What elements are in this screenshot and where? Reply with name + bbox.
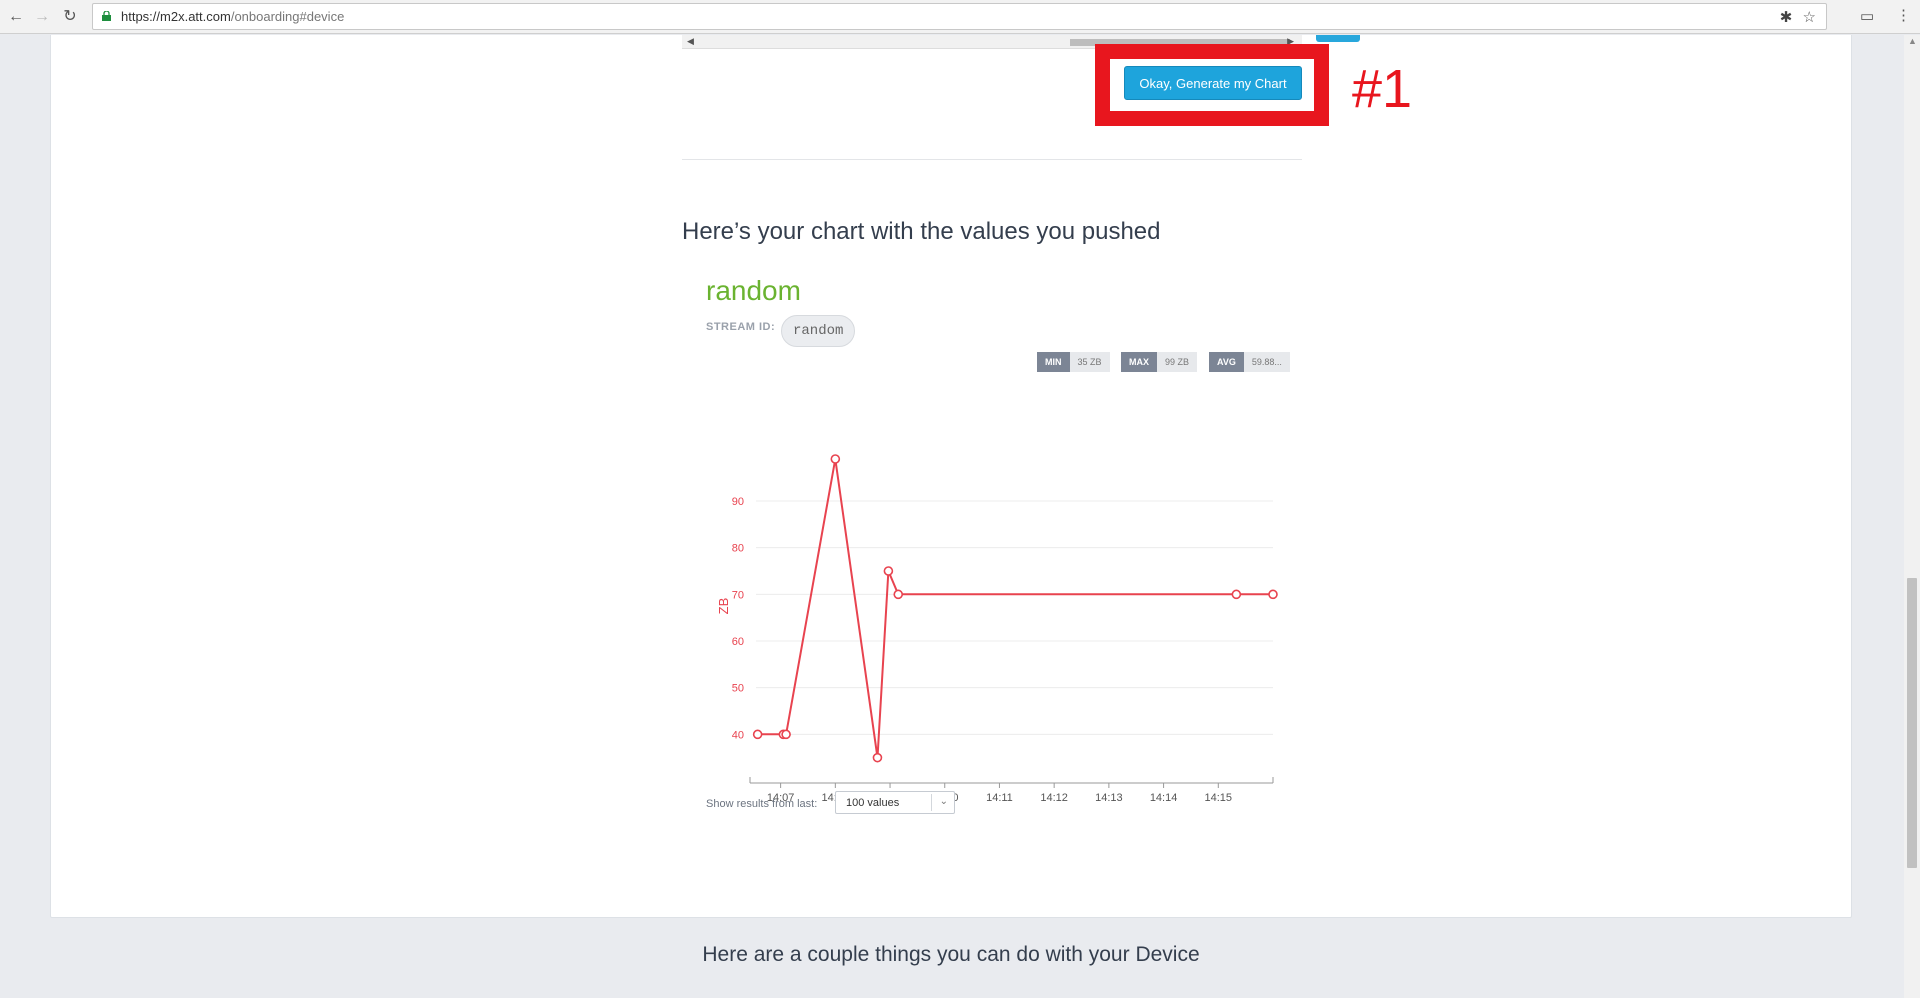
stream-id-value: random — [781, 315, 856, 347]
stat-max-value: 99 ZB — [1157, 352, 1198, 372]
stream-name: random — [706, 275, 801, 306]
y-tick-label: 70 — [732, 589, 744, 601]
y-tick-label: 50 — [732, 683, 744, 695]
x-tick-label: 14:11 — [986, 792, 1013, 804]
bookmark-star-icon[interactable]: ☆ — [1803, 9, 1816, 26]
data-point — [830, 454, 841, 464]
partial-button-edge — [1316, 35, 1360, 42]
section-divider — [682, 159, 1302, 160]
stat-avg: AVG 59.88... — [1209, 352, 1290, 372]
stat-min-value: 35 ZB — [1069, 352, 1110, 372]
stat-max-label: MAX — [1121, 352, 1157, 372]
vertical-scrollbar-thumb[interactable] — [1907, 578, 1917, 868]
step-annotation: #1 — [1352, 59, 1413, 119]
data-point — [883, 566, 894, 576]
stat-min-label: MIN — [1037, 352, 1070, 372]
y-axis-label: ZB — [716, 598, 731, 615]
stream-id-label: STREAM ID: — [706, 321, 776, 333]
scroll-left-icon[interactable]: ◀ — [687, 36, 694, 47]
lock-icon — [102, 11, 111, 21]
omnibox-icons: ✱ ☆ — [1780, 8, 1816, 26]
url-host: https://m2x.att.com — [121, 9, 231, 24]
menu-icon[interactable]: ⋮ — [1896, 6, 1911, 24]
results-range-label: Show results from last: — [706, 798, 818, 810]
generate-chart-button[interactable]: Okay, Generate my Chart — [1124, 66, 1302, 100]
y-tick-label: 40 — [732, 729, 744, 741]
data-point — [1231, 589, 1242, 600]
x-tick-label: 14:12 — [1040, 792, 1068, 804]
reload-icon[interactable]: ↻ — [60, 7, 80, 27]
x-tick-label: 14:15 — [1205, 792, 1233, 804]
extension-icon[interactable]: ✱ — [1780, 9, 1793, 26]
device-actions-heading: Here are a couple things you can do with… — [702, 943, 1200, 966]
y-tick-label: 90 — [732, 496, 744, 508]
page-viewport: ◀ ▶ Okay, Generate my Chart #1 Here’s yo… — [0, 35, 1920, 998]
x-tick-label: 14:14 — [1150, 792, 1178, 804]
forward-icon[interactable]: → — [32, 7, 52, 27]
stat-min: MIN 35 ZB — [1037, 352, 1110, 372]
stat-avg-value: 59.88... — [1243, 352, 1290, 372]
data-point — [781, 729, 791, 740]
browser-toolbar: ← → ↻ https://m2x.att.com/onboarding#dev… — [0, 0, 1920, 34]
data-point — [752, 729, 763, 740]
data-point — [893, 589, 904, 600]
series-line — [757, 458, 1273, 758]
chevron-down-icon: ⌄ — [939, 796, 948, 807]
stream-line-chart: 405060708090ZB14:0714:0814:0914:1014:111… — [716, 454, 1278, 804]
back-icon[interactable]: ← — [6, 7, 26, 27]
stat-avg-label: AVG — [1209, 352, 1244, 372]
x-tick-label: 14:13 — [1095, 792, 1123, 804]
chart-heading: Here’s your chart with the values you pu… — [682, 218, 1161, 245]
y-tick-label: 60 — [732, 636, 744, 648]
url-path: /onboarding#device — [230, 9, 345, 24]
data-point — [872, 752, 883, 763]
url-text: https://m2x.att.com/onboarding#device — [121, 9, 344, 24]
address-bar[interactable]: https://m2x.att.com/onboarding#device ✱ … — [92, 3, 1827, 30]
vertical-scrollbar[interactable]: ▲ — [1904, 35, 1920, 998]
results-range-select[interactable]: 100 values ⌄ — [835, 791, 955, 814]
select-separator — [931, 794, 932, 811]
data-point — [1268, 589, 1278, 600]
y-tick-label: 80 — [732, 543, 744, 555]
stat-max: MAX 99 ZB — [1121, 352, 1198, 372]
cast-icon[interactable]: ▭ — [1860, 7, 1874, 25]
results-range-value: 100 values — [846, 797, 900, 809]
scroll-up-icon[interactable]: ▲ — [1908, 36, 1917, 46]
